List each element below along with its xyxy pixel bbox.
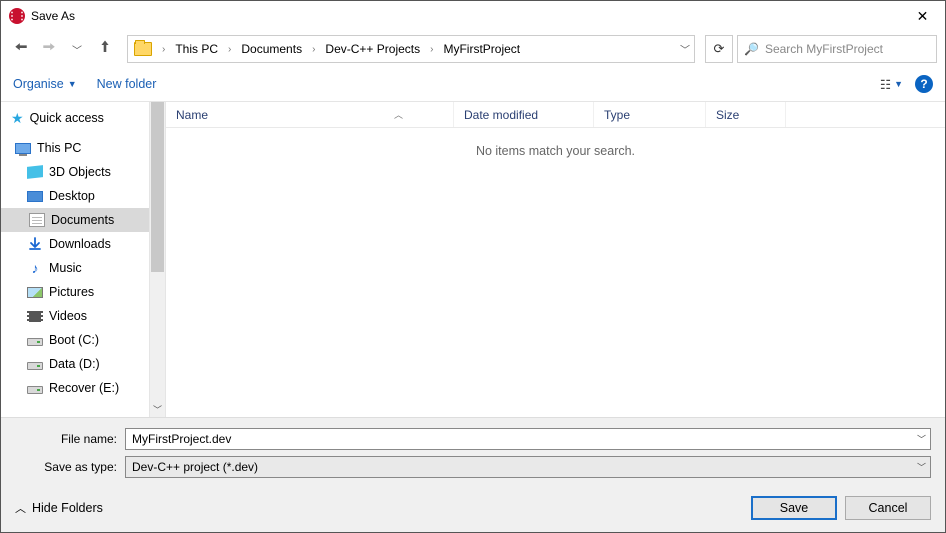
chevron-right-icon: ›	[426, 44, 437, 55]
tree-drive-d[interactable]: Data (D:)	[1, 352, 165, 376]
view-button[interactable]: ☷ ▼	[880, 77, 903, 92]
cube-icon	[27, 165, 43, 179]
new-folder-button[interactable]: New folder	[97, 77, 157, 91]
star-icon: ★	[11, 110, 24, 127]
search-icon: 🔍	[744, 42, 759, 56]
refresh-button[interactable]: ⟳	[705, 35, 733, 63]
window-title: Save As	[31, 9, 75, 23]
filetype-label: Save as type:	[15, 460, 125, 474]
crumb-projects[interactable]: Dev-C++ Projects	[321, 42, 424, 56]
help-button[interactable]: ?	[915, 75, 933, 93]
chevron-right-icon: ›	[158, 44, 169, 55]
pictures-icon	[27, 287, 43, 298]
hide-folders-toggle[interactable]: ︿ Hide Folders	[15, 500, 103, 516]
tree-drive-e[interactable]: Recover (E:)	[1, 376, 165, 400]
chevron-down-icon: ▼	[68, 79, 77, 89]
drive-icon	[27, 362, 43, 370]
close-button[interactable]: ✕	[900, 1, 945, 31]
chevron-down-icon: ▼	[894, 79, 903, 89]
scrollbar-thumb[interactable]	[151, 102, 164, 272]
filename-input[interactable]: MyFirstProject.dev ﹀	[125, 428, 931, 450]
recent-dropdown[interactable]: ﹀	[65, 37, 89, 61]
tree-drive-c[interactable]: Boot (C:)	[1, 328, 165, 352]
tree-3d-objects[interactable]: 3D Objects	[1, 160, 165, 184]
empty-message: No items match your search.	[166, 128, 945, 417]
desktop-icon	[27, 191, 43, 202]
back-button[interactable]: 🠨	[9, 37, 33, 61]
folder-tree: ★ Quick access This PC 3D Objects Deskto…	[1, 102, 166, 417]
up-button[interactable]: 🠩	[93, 37, 117, 61]
music-icon: ♪	[27, 260, 43, 276]
chevron-up-icon: ︿	[15, 500, 26, 516]
column-name[interactable]: Name ︿	[166, 102, 454, 127]
chevron-right-icon: ›	[308, 44, 319, 55]
app-icon: ⋮⋮	[9, 8, 25, 24]
drive-icon	[27, 338, 43, 346]
view-icon: ☷	[880, 77, 890, 92]
tree-downloads[interactable]: Downloads	[1, 232, 165, 256]
filename-label: File name:	[15, 432, 125, 446]
tree-desktop[interactable]: Desktop	[1, 184, 165, 208]
scroll-down-icon[interactable]: ﹀	[150, 401, 165, 417]
document-icon	[29, 213, 45, 227]
chevron-down-icon[interactable]: ﹀	[917, 461, 926, 474]
download-icon	[27, 237, 43, 251]
crumb-this-pc[interactable]: This PC	[171, 42, 222, 56]
chevron-right-icon: ›	[224, 44, 235, 55]
tree-music[interactable]: ♪ Music	[1, 256, 165, 280]
tree-documents[interactable]: Documents	[1, 208, 165, 232]
drive-icon	[27, 386, 43, 394]
forward-button[interactable]: 🠪	[37, 37, 61, 61]
folder-icon	[134, 42, 152, 56]
column-headers: Name ︿ Date modified Type Size	[166, 102, 945, 128]
crumb-current[interactable]: MyFirstProject	[439, 42, 524, 56]
filetype-select[interactable]: Dev-C++ project (*.dev) ﹀	[125, 456, 931, 478]
tree-pictures[interactable]: Pictures	[1, 280, 165, 304]
column-size[interactable]: Size	[706, 102, 786, 127]
breadcrumb-dropdown-icon[interactable]: ﹀	[680, 42, 690, 57]
tree-videos[interactable]: Videos	[1, 304, 165, 328]
tree-scrollbar[interactable]: ﹀	[149, 102, 165, 417]
crumb-documents[interactable]: Documents	[237, 42, 306, 56]
tree-this-pc[interactable]: This PC	[1, 136, 165, 160]
breadcrumb[interactable]: › This PC › Documents › Dev-C++ Projects…	[127, 35, 695, 63]
pc-icon	[15, 143, 31, 154]
search-placeholder: Search MyFirstProject	[765, 42, 883, 56]
organise-menu[interactable]: Organise ▼	[13, 77, 77, 91]
videos-icon	[27, 311, 43, 322]
column-type[interactable]: Type	[594, 102, 706, 127]
tree-quick-access[interactable]: ★ Quick access	[1, 106, 165, 130]
sort-indicator-icon: ︿	[394, 108, 403, 121]
search-input[interactable]: 🔍 Search MyFirstProject	[737, 35, 937, 63]
column-date[interactable]: Date modified	[454, 102, 594, 127]
chevron-down-icon[interactable]: ﹀	[917, 433, 926, 446]
save-button[interactable]: Save	[751, 496, 837, 520]
cancel-button[interactable]: Cancel	[845, 496, 931, 520]
